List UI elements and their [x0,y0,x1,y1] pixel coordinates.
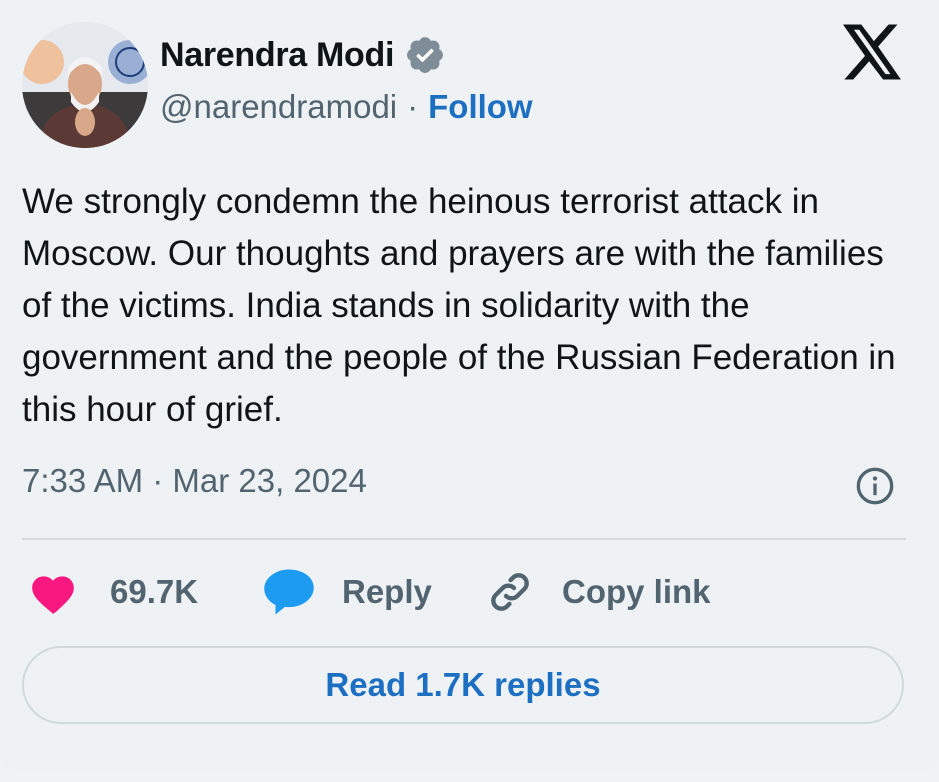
reply-label: Reply [342,573,432,610]
heart-icon [32,576,74,614]
verified-badge-icon [407,37,444,73]
like-count: 69.7K [110,573,199,610]
tweet-card: Narendra Modi @narendramodi · Follow We … [0,0,939,770]
action-bar: 69.7K Reply Copy link [22,564,906,620]
x-logo-icon[interactable] [843,24,903,80]
author-handle-row: @narendramodi · Follow [160,88,533,126]
author-name[interactable]: Narendra Modi [160,36,394,75]
read-replies-button[interactable]: Read 1.7K replies [22,646,904,724]
like-button[interactable]: 69.7K [28,564,198,620]
tweet-timestamp[interactable]: 7:33 AM · Mar 23, 2024 [22,462,367,500]
link-icon [491,573,529,611]
separator-dot: · [407,88,419,125]
tweet-text: We strongly condemn the heinous terroris… [22,182,896,429]
avatar-image [22,22,148,148]
author-handle[interactable]: @narendramodi [160,88,397,126]
profile-avatar[interactable] [22,22,148,148]
reply-bubble-icon [264,569,314,615]
follow-button[interactable]: Follow [428,88,532,126]
copy-link-label: Copy link [562,573,711,610]
divider [22,538,906,540]
copy-link-button[interactable]: Copy link [486,564,711,620]
reply-button[interactable]: Reply [262,564,432,620]
author-name-row: Narendra Modi [160,34,446,76]
info-icon[interactable] [855,466,895,506]
